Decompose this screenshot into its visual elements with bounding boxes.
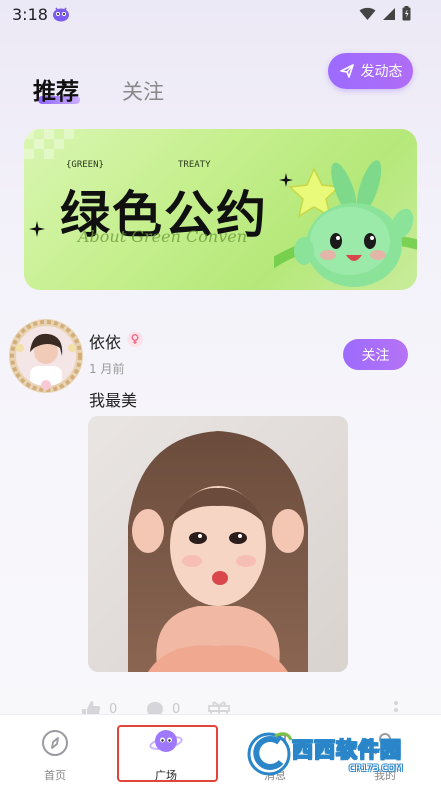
banner-tag-right: TREATY bbox=[178, 160, 211, 170]
watermark-text: 西西软件园 bbox=[292, 738, 402, 763]
post-update-label: 发动态 bbox=[360, 64, 403, 80]
tab-follow[interactable]: 关注 bbox=[122, 76, 164, 106]
app-mascot-icon bbox=[53, 7, 69, 22]
status-time: 3:18 bbox=[12, 5, 48, 24]
nav-label-home: 首页 bbox=[44, 769, 66, 782]
send-icon bbox=[339, 64, 354, 78]
watermark-url: CR173.COM bbox=[349, 764, 403, 774]
nav-item-home[interactable]: 首页 bbox=[5, 715, 105, 785]
avatar[interactable] bbox=[8, 318, 84, 394]
watermark: 西西软件园 CR173.COM bbox=[245, 728, 441, 784]
sparkle-icon bbox=[29, 221, 45, 237]
post-time: 1 月前 bbox=[89, 362, 125, 376]
status-bar: 3:18 bbox=[0, 0, 441, 30]
watermark-logo-icon bbox=[247, 732, 293, 776]
post-text: 我最美 bbox=[89, 391, 138, 410]
wifi-icon bbox=[359, 7, 376, 20]
post-photo[interactable] bbox=[88, 416, 348, 672]
female-icon bbox=[127, 331, 143, 347]
compass-icon bbox=[42, 730, 68, 756]
highlight-box bbox=[117, 725, 218, 782]
post-username[interactable]: 依依 bbox=[89, 329, 121, 353]
banner-tag-left: {GREEN} bbox=[66, 160, 104, 170]
battery-icon bbox=[402, 6, 411, 21]
tab-recommend[interactable]: 推荐 bbox=[33, 72, 79, 106]
post-update-button[interactable]: 发动态 bbox=[328, 53, 413, 89]
signal-icon bbox=[383, 7, 395, 20]
follow-button[interactable]: 关注 bbox=[343, 339, 408, 370]
promo-banner[interactable]: {GREEN} TREATY 绿色公约 About Green Conven bbox=[24, 129, 417, 290]
banner-subtitle: About Green Conven bbox=[78, 227, 247, 246]
green-mascot-illustration bbox=[274, 160, 417, 287]
